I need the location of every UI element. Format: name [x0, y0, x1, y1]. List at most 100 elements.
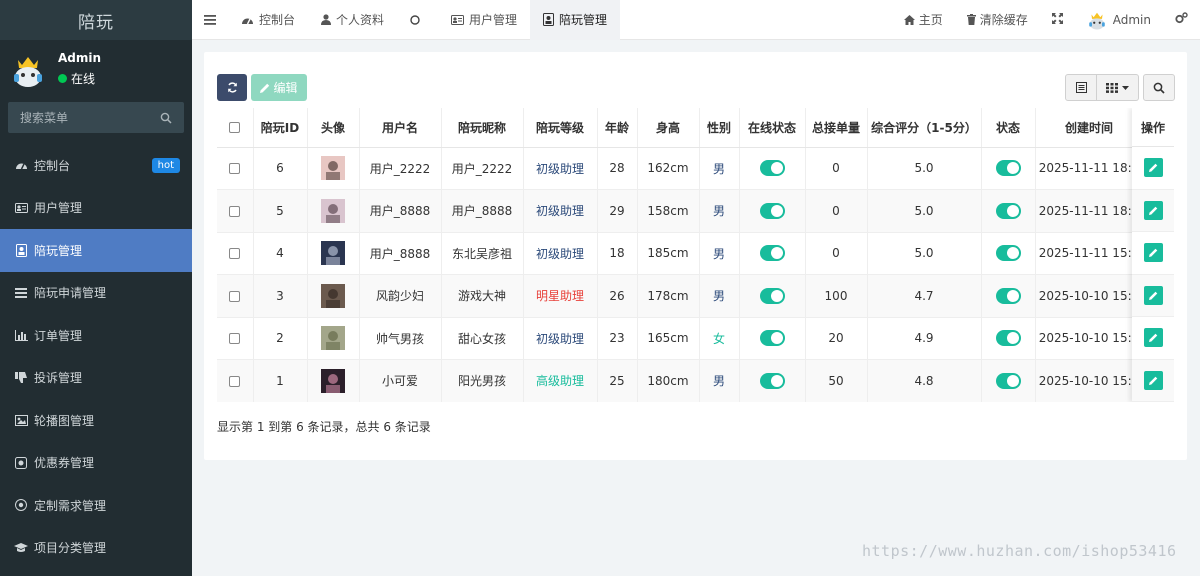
row-checkbox[interactable] — [229, 375, 241, 387]
home-link[interactable]: 主页 — [892, 0, 955, 40]
row-edit-button[interactable] — [1143, 158, 1163, 178]
row-checkbox[interactable] — [229, 248, 241, 260]
row-checkbox[interactable] — [229, 163, 241, 175]
admin-menu[interactable]: Admin — [1075, 0, 1163, 40]
id-cell: 4 — [253, 232, 308, 275]
status-cell — [981, 189, 1036, 233]
row-edit-button[interactable] — [1143, 370, 1163, 390]
clear-cache-button[interactable]: 清除缓存 — [955, 0, 1040, 40]
avatar-thumbnail[interactable] — [321, 368, 345, 393]
username-cell: 帅气男孩 — [359, 317, 442, 360]
operations-cell — [1132, 274, 1174, 317]
row-edit-button[interactable] — [1143, 285, 1163, 305]
tab-users[interactable]: 用户管理 — [438, 0, 530, 40]
admin-name: Admin — [58, 51, 102, 65]
sidebar-item-orders[interactable]: 订单管理 — [0, 314, 192, 357]
row-checkbox[interactable] — [229, 205, 241, 217]
orders-cell: 0 — [805, 147, 868, 190]
refresh-button[interactable] — [217, 74, 247, 101]
sidebar-item-custom-requests[interactable]: 定制需求管理 — [0, 484, 192, 527]
score-cell: 5.0 — [867, 232, 982, 275]
row-edit-button[interactable] — [1143, 328, 1163, 348]
avatar-thumbnail[interactable] — [321, 326, 345, 351]
status-toggle[interactable] — [995, 202, 1021, 219]
table-row[interactable]: 3 风韵少妇 游戏大神 明星助理 26 178cm 男 100 4.7 2025-10-10 15… — [217, 274, 1174, 318]
avatar-thumbnail[interactable] — [321, 283, 345, 308]
username-cell: 小可爱 — [359, 359, 442, 402]
tab-companions[interactable]: 陪玩管理 — [530, 0, 621, 40]
search-toggle-button[interactable] — [1143, 74, 1175, 101]
tab-dashboard[interactable]: 控制台 — [228, 0, 308, 40]
companion-table: 陪玩ID 头像 用户名 陪玩昵称 陪玩等级 年龄 身高 性别 在线状态 总接单量… — [217, 108, 1174, 402]
settings-button[interactable] — [1163, 0, 1200, 40]
image-icon — [14, 413, 28, 427]
table-row[interactable]: 6 用户_2222 用户_2222 初级助理 28 162cm 男 0 5.0 2025-11-1… — [217, 147, 1174, 190]
sidebar-item-complaints[interactable]: 投诉管理 — [0, 357, 192, 400]
id-cell: 5 — [253, 189, 308, 233]
card-view-button[interactable] — [1065, 74, 1097, 101]
sidebar-item-label: 定制需求管理 — [34, 498, 107, 513]
row-edit-button[interactable] — [1143, 243, 1163, 263]
sidebar-item-label: 控制台 — [34, 158, 71, 173]
table-row[interactable]: 5 用户_8888 用户_8888 初级助理 29 158cm 男 0 5.0 2025-11-1… — [217, 189, 1174, 233]
table-row[interactable]: 4 用户_8888 东北吴彦祖 初级助理 18 185cm 男 0 5.0 2025-11-11 … — [217, 232, 1174, 275]
row-edit-button[interactable] — [1143, 200, 1163, 220]
tab-label: 控制台 — [259, 13, 296, 27]
online-toggle[interactable] — [759, 330, 785, 347]
row-checkbox[interactable] — [229, 333, 241, 345]
menu-search-input[interactable] — [20, 110, 150, 125]
graduation-cap-icon — [14, 541, 28, 555]
app-logo[interactable]: 陪玩 — [0, 0, 192, 40]
avatar-thumbnail[interactable] — [321, 241, 345, 266]
table-row[interactable]: 1 小可爱 阳光男孩 高级助理 25 180cm 男 50 4.8 2025-10-10 15:2 — [217, 359, 1174, 402]
status-toggle[interactable] — [995, 160, 1021, 177]
status-toggle[interactable] — [995, 287, 1021, 304]
sidebar-item-applications[interactable]: 陪玩申请管理 — [0, 272, 192, 315]
nickname-cell: 用户_8888 — [441, 189, 524, 233]
height-cell: 165cm — [637, 317, 700, 360]
online-toggle[interactable] — [759, 245, 785, 262]
sidebar-item-users[interactable]: 用户管理 — [0, 187, 192, 230]
edit-button[interactable]: 编辑 — [251, 74, 307, 101]
pencil-icon — [1148, 333, 1157, 343]
table-row[interactable]: 2 帅气男孩 甜心女孩 初级助理 23 165cm 女 20 4.9 2025-10-10 15:… — [217, 317, 1174, 360]
status-toggle[interactable] — [995, 245, 1021, 262]
online-toggle[interactable] — [759, 372, 785, 389]
sidebar-item-categories[interactable]: 项目分类管理 — [0, 527, 192, 570]
clear-cache-label: 清除缓存 — [979, 13, 1028, 27]
avatar-thumbnail[interactable] — [321, 156, 345, 181]
dashboard-icon — [241, 14, 254, 25]
online-toggle[interactable] — [759, 202, 785, 219]
pagination-info: 显示第 1 到第 6 条记录，总共 6 条记录 — [217, 420, 431, 434]
sidebar-toggle[interactable] — [192, 0, 228, 40]
tab-profile[interactable]: 个人资料 — [308, 0, 397, 40]
online-status-cell — [739, 189, 806, 233]
select-all-checkbox[interactable] — [229, 122, 241, 134]
avatar-thumbnail[interactable] — [321, 198, 345, 223]
search-icon — [1153, 82, 1165, 94]
score-cell: 5.0 — [867, 189, 982, 233]
columns-dropdown-button[interactable] — [1097, 74, 1139, 101]
sidebar-item-banners[interactable]: 轮播图管理 — [0, 399, 192, 442]
created-time-cell: 2025-11-11 18:4 — [1035, 147, 1144, 190]
sidebar-item-dashboard[interactable]: 控制台 hot — [0, 144, 192, 187]
online-toggle[interactable] — [759, 160, 785, 177]
sidebar-item-companions[interactable]: 陪玩管理 — [0, 229, 192, 272]
status-toggle[interactable] — [995, 372, 1021, 389]
search-icon[interactable] — [160, 112, 172, 124]
edit-label: 编辑 — [273, 81, 298, 95]
orders-cell: 0 — [805, 232, 868, 275]
column-header[interactable]: 陪玩ID — [253, 108, 308, 148]
username-cell: 用户_8888 — [359, 189, 442, 233]
tab-blank[interactable] — [397, 0, 438, 40]
sex-cell: 男 — [699, 232, 740, 275]
status-toggle[interactable] — [995, 330, 1021, 347]
row-checkbox[interactable] — [229, 290, 241, 302]
online-toggle[interactable] — [759, 287, 785, 304]
operations-cell — [1132, 147, 1174, 190]
fullscreen-button[interactable] — [1040, 0, 1075, 40]
level-cell: 高级助理 — [523, 359, 598, 402]
age-cell: 26 — [597, 274, 638, 318]
sidebar-item-coupons[interactable]: 优惠券管理 — [0, 442, 192, 485]
home-label: 主页 — [918, 13, 943, 27]
